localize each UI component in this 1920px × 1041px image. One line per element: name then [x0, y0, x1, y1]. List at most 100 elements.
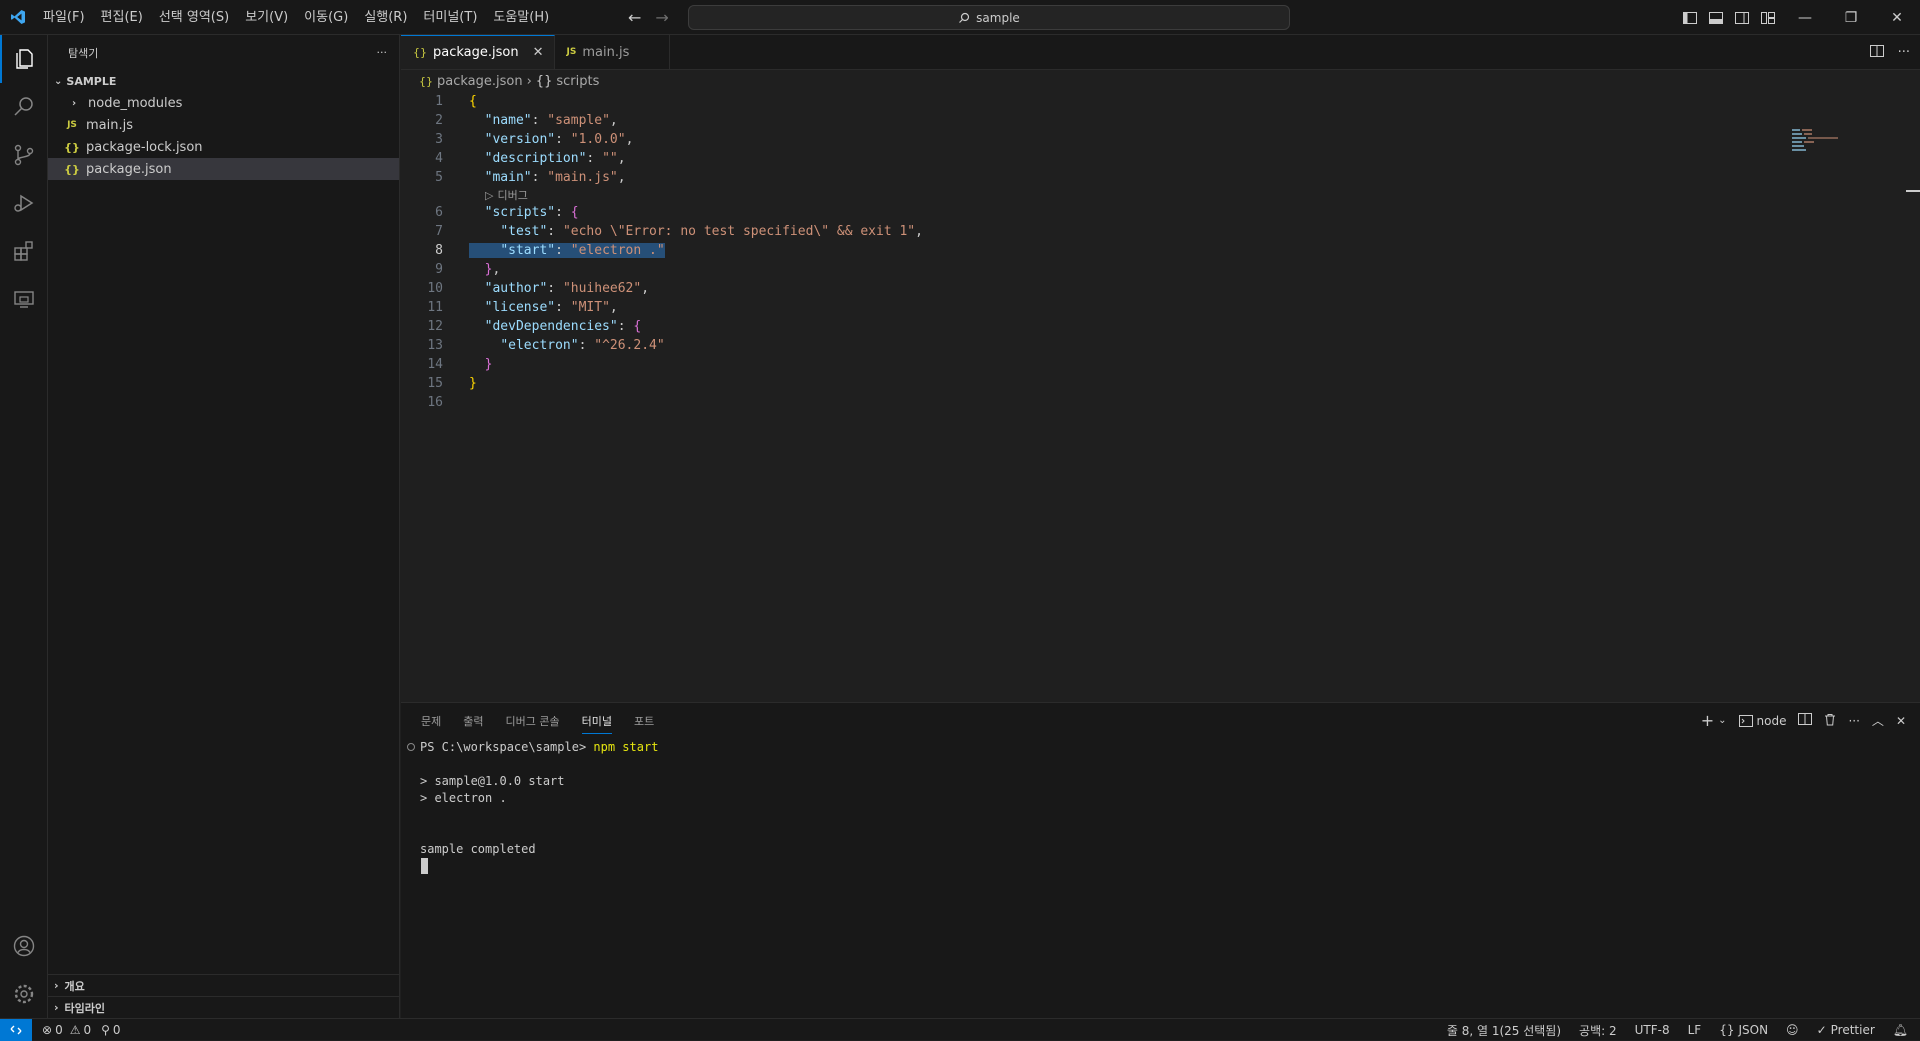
braces-icon: {} [1719, 1023, 1735, 1037]
tree-item-package-lock-json[interactable]: {} package-lock.json [48, 136, 399, 158]
menu-help[interactable]: 도움말(H) [485, 0, 557, 35]
remote-indicator-icon[interactable] [0, 1018, 32, 1041]
close-panel-icon[interactable]: ✕ [1896, 714, 1906, 728]
panel-tabs: 문제 출력 디버그 콘솔 터미널 포트 [401, 703, 1920, 738]
copilot-icon[interactable]: ☺ [1786, 1023, 1799, 1037]
outline-label: 개요 [64, 979, 85, 993]
customize-layout-icon[interactable] [1756, 0, 1780, 35]
error-icon: ⊗ [42, 1022, 53, 1037]
remote-explorer-icon[interactable] [0, 275, 48, 323]
problems-status[interactable]: ⊗ 0 ⚠ 0 [42, 1023, 91, 1037]
close-window-icon[interactable]: ✕ [1874, 0, 1920, 35]
menu-edit[interactable]: 편집(E) [93, 0, 151, 35]
notifications-bell-icon[interactable]: 🔔︎ [1893, 1023, 1908, 1037]
tree-item-main-js[interactable]: JS main.js [48, 114, 399, 136]
warning-icon: ⚠ [69, 1022, 81, 1037]
toggle-primary-sidebar-icon[interactable] [1678, 0, 1702, 35]
accounts-icon[interactable] [0, 922, 48, 970]
code-editor[interactable]: 1{ 2 "name": "sample", 3 "version": "1.0… [401, 92, 1920, 412]
menu-file[interactable]: 파일(F) [35, 0, 93, 35]
language-mode[interactable]: {} JSON [1719, 1023, 1768, 1037]
terminal-selector[interactable]: node [1738, 713, 1787, 728]
breadcrumb-file[interactable]: package.json [437, 74, 523, 89]
panel-actions: + ⌄ node ··· ︿ ✕ [1701, 703, 1906, 738]
outline-section[interactable]: › 개요 [48, 974, 400, 996]
code-line: 6 "scripts": { [435, 205, 579, 220]
split-editor-icon[interactable] [1869, 44, 1884, 61]
settings-gear-icon[interactable] [0, 970, 48, 1018]
bottom-panel: 문제 출력 디버그 콘솔 터미널 포트 + ⌄ node ··· ︿ ✕ PS … [401, 702, 1920, 1018]
source-control-icon[interactable] [0, 131, 48, 179]
command-center-text: sample [976, 10, 1020, 25]
chevron-down-icon[interactable]: ⌄ [1718, 715, 1726, 726]
code-line: 9 }, [435, 262, 501, 277]
cursor-position[interactable]: 줄 8, 열 1(25 선택됨) [1447, 1022, 1561, 1039]
chevron-right-icon: › [71, 97, 77, 109]
json-file-icon: {} [64, 162, 80, 176]
editor-tabs: {} package.json ✕ JS main.js ··· [401, 35, 1920, 70]
new-terminal-icon[interactable]: + [1701, 711, 1714, 730]
breadcrumb-section[interactable]: scripts [556, 74, 599, 89]
search-icon [959, 12, 970, 23]
terminal-output[interactable]: PS C:\workspace\sample> npm start > samp… [401, 738, 1920, 874]
tab-output[interactable]: 출력 [463, 713, 483, 729]
encoding-status[interactable]: UTF-8 [1635, 1023, 1670, 1037]
terminal-line: > sample@1.0.0 start [420, 773, 565, 788]
code-line: 10 "author": "huihee62", [427, 281, 650, 296]
back-arrow-icon[interactable]: ← [628, 8, 641, 27]
restore-icon[interactable]: ❐ [1828, 0, 1874, 35]
split-terminal-icon[interactable] [1798, 713, 1813, 728]
editor-group: {} package.json ✕ JS main.js ··· {} pack… [401, 35, 1920, 702]
search-view-icon[interactable] [0, 83, 48, 131]
trash-icon[interactable] [1824, 713, 1836, 729]
prettier-status[interactable]: ✓ Prettier [1817, 1023, 1875, 1037]
navigation-arrows: ← → [628, 0, 669, 35]
tab-problems[interactable]: 문제 [421, 713, 441, 729]
more-actions-icon[interactable]: ··· [1848, 714, 1859, 728]
forward-arrow-icon[interactable]: → [655, 8, 668, 27]
status-right: 줄 8, 열 1(25 선택됨) 공백: 2 UTF-8 LF {} JSON ☺… [1447, 1019, 1908, 1041]
tree-item-node-modules[interactable]: › node_modules [48, 92, 399, 114]
debug-codelens[interactable]: ▷ 디버그 [401, 187, 1920, 203]
tab-ports[interactable]: 포트 [634, 713, 654, 729]
menu-run[interactable]: 실행(R) [356, 0, 415, 35]
minimap[interactable] [1790, 127, 1850, 157]
tab-package-json[interactable]: {} package.json ✕ [401, 35, 555, 69]
status-left: ⊗ 0 ⚠ 0 ⚲ 0 [32, 1023, 121, 1037]
ports-status[interactable]: ⚲ 0 [101, 1023, 120, 1037]
more-actions-icon[interactable]: ··· [1898, 45, 1910, 60]
close-icon[interactable]: ✕ [533, 45, 544, 60]
command-center-search[interactable]: sample [688, 5, 1290, 30]
eol-status[interactable]: LF [1688, 1023, 1702, 1037]
run-debug-icon[interactable] [0, 179, 48, 227]
window-controls: — ❐ ✕ [1678, 0, 1920, 35]
menu-selection[interactable]: 선택 영역(S) [151, 0, 237, 35]
indentation-status[interactable]: 공백: 2 [1579, 1022, 1617, 1039]
explorer-icon[interactable] [0, 35, 48, 83]
chevron-right-icon: › [526, 73, 532, 89]
command-decoration-icon [407, 742, 415, 751]
code-line: 7 "test": "echo \"Error: no test specifi… [435, 224, 923, 239]
tab-terminal[interactable]: 터미널 [581, 713, 612, 734]
minimize-icon[interactable]: — [1782, 0, 1828, 35]
tab-main-js[interactable]: JS main.js [554, 35, 671, 69]
more-actions-icon[interactable]: ··· [377, 46, 388, 59]
tree-item-package-json[interactable]: {} package.json [48, 158, 399, 180]
menu-go[interactable]: 이동(G) [296, 0, 356, 35]
extensions-icon[interactable] [0, 227, 48, 275]
toggle-secondary-sidebar-icon[interactable] [1730, 0, 1754, 35]
tab-debug-console[interactable]: 디버그 콘솔 [506, 713, 560, 729]
terminal-line: sample completed [420, 841, 536, 856]
toggle-panel-icon[interactable] [1704, 0, 1728, 35]
terminal-shell-name: node [1756, 713, 1787, 728]
workspace-root[interactable]: ⌄ SAMPLE [48, 70, 399, 92]
tree-item-label: main.js [86, 117, 133, 133]
menu-view[interactable]: 보기(V) [237, 0, 296, 35]
tree-item-label: node_modules [88, 95, 183, 111]
timeline-section[interactable]: › 타임라인 [48, 996, 400, 1018]
menu-terminal[interactable]: 터미널(T) [415, 0, 485, 35]
code-line-current: 8 "start": "electron ." [435, 243, 665, 258]
breadcrumb: {} package.json › {} scripts [401, 70, 1920, 92]
maximize-panel-icon[interactable]: ︿ [1872, 712, 1884, 729]
json-file-icon: {} [413, 46, 427, 59]
